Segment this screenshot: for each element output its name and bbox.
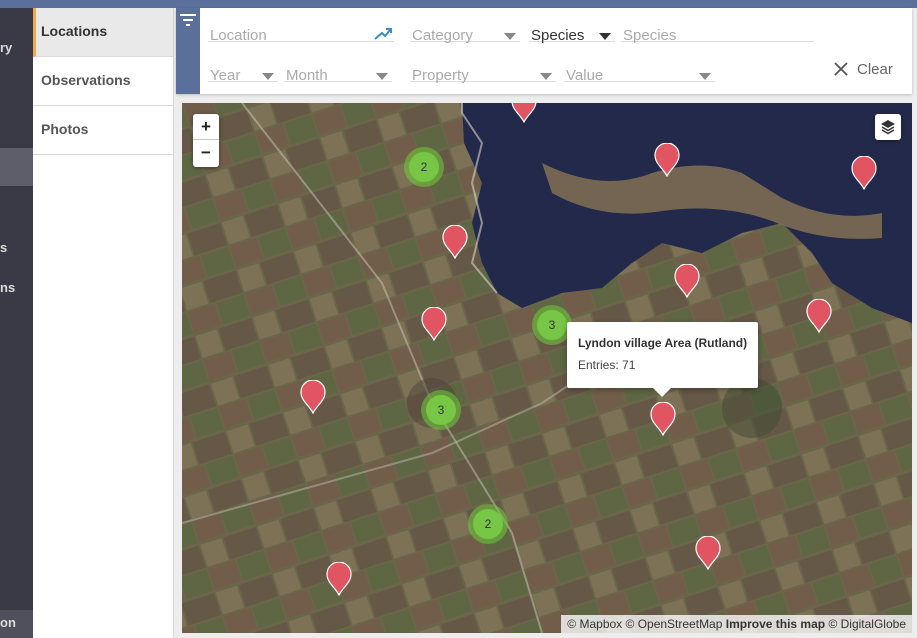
map-marker-icon[interactable] bbox=[650, 401, 676, 437]
map-marker-icon[interactable] bbox=[511, 103, 537, 124]
popup-tip bbox=[653, 388, 671, 397]
value-select[interactable]: Value bbox=[564, 54, 715, 84]
map-view[interactable]: + − 2 3 3 2 Lyndon village Area (Rutland… bbox=[182, 103, 912, 633]
species-mode-select[interactable]: Species bbox=[529, 14, 615, 44]
sidebar-item-partial-3[interactable]: ns bbox=[0, 280, 15, 295]
map-marker-icon[interactable] bbox=[851, 155, 877, 191]
chevron-down-icon bbox=[262, 73, 274, 80]
popup-entries: Entries: 71 bbox=[578, 358, 636, 372]
marker-cluster[interactable]: 2 bbox=[404, 147, 444, 187]
map-marker-icon[interactable] bbox=[806, 298, 832, 334]
zoom-control: + − bbox=[193, 114, 219, 167]
top-accent-bar bbox=[0, 0, 917, 8]
sidebar-bottom-item[interactable]: on bbox=[0, 610, 33, 638]
improve-map-link[interactable]: Improve this map bbox=[726, 617, 825, 631]
year-select[interactable]: Year bbox=[208, 54, 278, 84]
attribution-mapbox[interactable]: © Mapbox bbox=[567, 617, 622, 631]
locate-arrow-icon[interactable] bbox=[374, 27, 392, 41]
chevron-down-icon bbox=[599, 33, 611, 40]
cluster-count: 2 bbox=[473, 509, 503, 539]
layers-button[interactable] bbox=[875, 114, 901, 140]
tab-locations[interactable]: Locations bbox=[33, 8, 173, 57]
value-placeholder: Value bbox=[566, 67, 604, 84]
tab-photos[interactable]: Photos bbox=[33, 106, 173, 155]
location-popup: Lyndon village Area (Rutland) Entries: 7… bbox=[567, 322, 758, 397]
sidebar-item-partial-2[interactable]: s bbox=[0, 240, 7, 255]
location-field[interactable]: Location bbox=[208, 14, 394, 44]
chevron-down-icon bbox=[540, 73, 552, 80]
map-marker-icon[interactable] bbox=[674, 263, 700, 299]
map-marker-icon[interactable] bbox=[421, 306, 447, 342]
attribution-digitalglobe[interactable]: © DigitalGlobe bbox=[828, 617, 906, 631]
zoom-in-button[interactable]: + bbox=[193, 114, 219, 140]
popup-title: Lyndon village Area (Rutland) bbox=[578, 336, 748, 350]
chevron-down-icon bbox=[504, 33, 516, 40]
property-placeholder: Property bbox=[412, 67, 469, 84]
map-marker-icon[interactable] bbox=[300, 379, 326, 415]
zoom-out-button[interactable]: − bbox=[193, 140, 219, 166]
main-sidebar: ry s ns on bbox=[0, 8, 33, 638]
marker-cluster[interactable]: 2 bbox=[468, 504, 508, 544]
map-attribution: © Mapbox © OpenStreetMap Improve this ma… bbox=[561, 615, 912, 633]
cluster-count: 3 bbox=[537, 310, 567, 340]
marker-cluster[interactable]: 3 bbox=[532, 305, 572, 345]
sidebar-item-partial-1[interactable]: ry bbox=[0, 40, 12, 55]
close-icon bbox=[834, 62, 848, 76]
cluster-count: 3 bbox=[426, 395, 456, 425]
tab-observations[interactable]: Observations bbox=[33, 57, 173, 106]
satellite-imagery bbox=[182, 103, 912, 633]
chevron-down-icon bbox=[699, 73, 711, 80]
location-placeholder: Location bbox=[210, 27, 267, 44]
property-select[interactable]: Property bbox=[410, 54, 556, 84]
month-select[interactable]: Month bbox=[284, 54, 392, 84]
layers-icon bbox=[881, 120, 895, 135]
sidebar-item-partial-4: on bbox=[0, 615, 16, 630]
species-placeholder: Species bbox=[623, 27, 677, 44]
cluster-count: 2 bbox=[409, 152, 439, 182]
year-placeholder: Year bbox=[210, 67, 241, 84]
marker-cluster[interactable]: 3 bbox=[421, 390, 461, 430]
filter-bar: Location Category Species Species Year M… bbox=[176, 8, 912, 94]
attribution-osm[interactable]: © OpenStreetMap bbox=[626, 617, 723, 631]
map-marker-icon[interactable] bbox=[326, 561, 352, 597]
sidebar-selected-item[interactable] bbox=[0, 148, 33, 186]
filter-icon bbox=[180, 14, 196, 26]
month-placeholder: Month bbox=[286, 67, 328, 84]
chevron-down-icon bbox=[376, 73, 388, 80]
view-tabs: Locations Observations Photos bbox=[33, 8, 174, 638]
filter-toggle-button[interactable] bbox=[176, 8, 200, 94]
map-marker-icon[interactable] bbox=[654, 142, 680, 178]
clear-label: Clear bbox=[857, 61, 893, 78]
species-input[interactable]: Species bbox=[621, 14, 814, 44]
species-mode-value: Species bbox=[531, 27, 585, 44]
category-placeholder: Category bbox=[412, 27, 473, 44]
category-select[interactable]: Category bbox=[410, 14, 520, 44]
map-marker-icon[interactable] bbox=[695, 535, 721, 571]
map-marker-icon[interactable] bbox=[442, 224, 468, 260]
